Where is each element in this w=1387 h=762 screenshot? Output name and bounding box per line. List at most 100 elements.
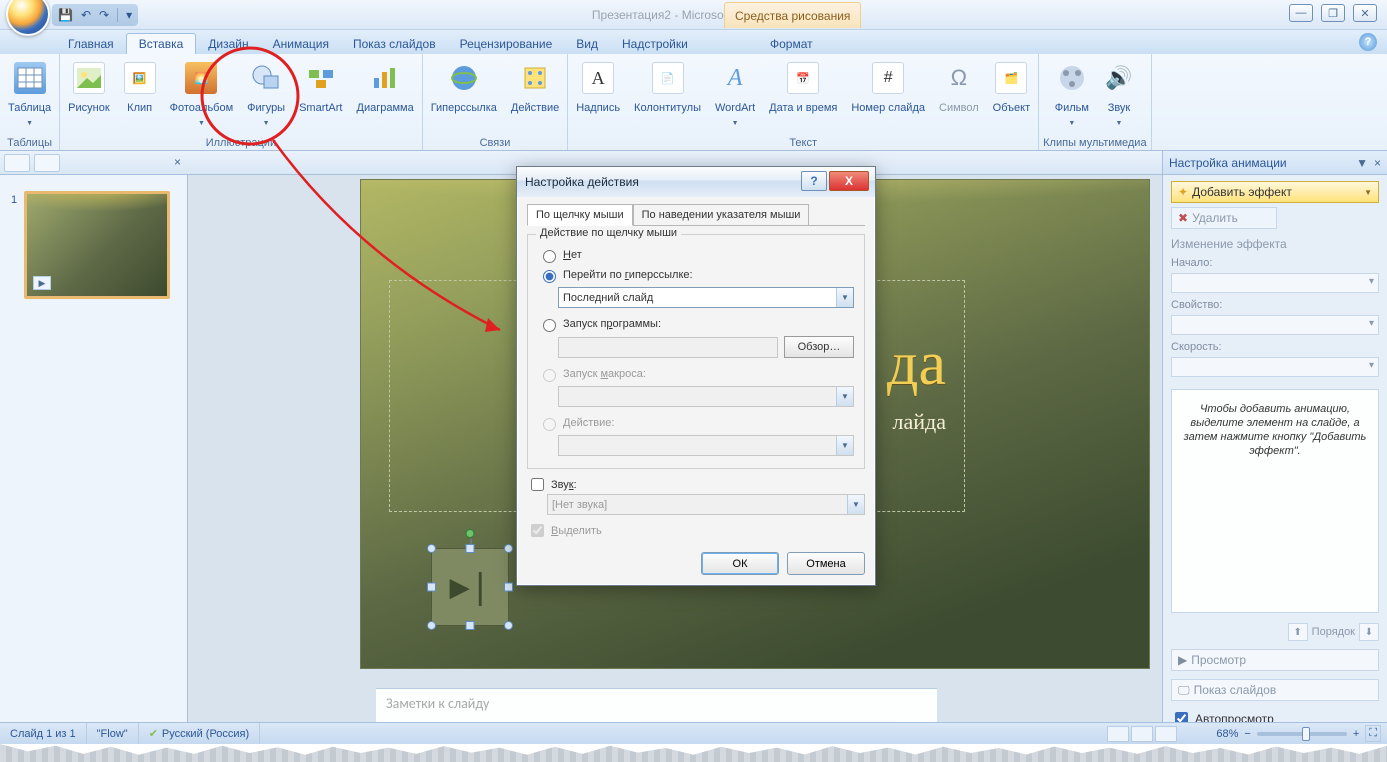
option-run-program[interactable]: Запуск программы: xyxy=(538,316,854,332)
tab-review[interactable]: Рецензирование xyxy=(448,34,565,54)
dropdown-icon: ▼ xyxy=(1068,120,1075,127)
slideshow-view-button[interactable] xyxy=(1155,726,1177,742)
tab-view[interactable]: Вид xyxy=(564,34,610,54)
preview-button[interactable]: ▶Просмотр xyxy=(1171,649,1379,671)
slidenumber-button[interactable]: #Номер слайда xyxy=(847,60,929,122)
clip-button[interactable]: 🖼️Клип xyxy=(120,60,160,122)
resize-handle-sw[interactable] xyxy=(427,621,436,630)
tab-addins[interactable]: Надстройки xyxy=(610,34,700,54)
photoalbum-button[interactable]: 🌅Фотоальбом▼ xyxy=(166,60,238,129)
tab-format[interactable]: Формат xyxy=(758,34,825,54)
option-hyperlink[interactable]: Перейти по гиперссылке: xyxy=(538,267,854,283)
pane-menu-icon[interactable]: ▼ xyxy=(1356,156,1368,170)
move-up-button[interactable]: ⬆ xyxy=(1288,623,1308,641)
move-down-button[interactable]: ⬇ xyxy=(1359,623,1379,641)
option-none[interactable]: Нет xyxy=(538,247,854,263)
property-combo[interactable] xyxy=(1171,315,1379,335)
clip-icon: 🖼️ xyxy=(124,62,156,94)
radio-hyperlink[interactable] xyxy=(543,270,556,283)
slide-thumbnail-1[interactable]: 1 ▶ xyxy=(24,191,170,299)
datetime-button[interactable]: 📅Дата и время xyxy=(765,60,841,122)
rotate-handle[interactable] xyxy=(466,529,475,538)
close-button[interactable]: ✕ xyxy=(1353,4,1377,22)
dropdown-arrow-icon: ▼ xyxy=(836,436,853,455)
resize-handle-nw[interactable] xyxy=(427,544,436,553)
cancel-button[interactable]: Отмена xyxy=(787,552,865,575)
save-icon[interactable]: 💾 xyxy=(58,8,73,22)
hyperlink-target-combo[interactable]: Последний слайд▼ xyxy=(558,287,854,308)
zoom-out-button[interactable]: − xyxy=(1244,728,1250,740)
picture-label: Рисунок xyxy=(68,96,110,120)
resize-handle-s[interactable] xyxy=(466,621,475,630)
sound-label: Звук xyxy=(1108,96,1131,120)
slideshow-button[interactable]: 🖵Показ слайдов xyxy=(1171,679,1379,701)
dialog-close-button[interactable]: X xyxy=(829,171,869,191)
action-icon xyxy=(519,62,551,94)
resize-handle-e[interactable] xyxy=(504,583,513,592)
photoalbum-label: Фотоальбом xyxy=(170,96,234,120)
dropdown-arrow-icon[interactable]: ▼ xyxy=(836,288,853,307)
radio-run-program[interactable] xyxy=(543,319,556,332)
tab-on-click[interactable]: По щелчку мыши xyxy=(527,204,633,226)
dialog-titlebar[interactable]: Настройка действия ? X xyxy=(517,167,875,197)
resize-handle-ne[interactable] xyxy=(504,544,513,553)
movie-label: Фильм xyxy=(1055,96,1089,120)
sorter-view-button[interactable] xyxy=(1131,726,1153,742)
hyperlink-icon xyxy=(448,62,480,94)
status-language[interactable]: ✔Русский (Россия) xyxy=(139,723,261,744)
ok-button[interactable]: ОК xyxy=(701,552,779,575)
picture-button[interactable]: Рисунок xyxy=(64,60,114,122)
zoom-slider[interactable] xyxy=(1257,732,1347,736)
zoom-in-button[interactable]: + xyxy=(1353,728,1359,740)
resize-handle-n[interactable] xyxy=(466,544,475,553)
sound-checkbox-input[interactable] xyxy=(531,478,544,491)
help-icon[interactable]: ? xyxy=(1359,33,1377,51)
dialog-help-button[interactable]: ? xyxy=(801,171,827,191)
action-button-shape[interactable] xyxy=(431,548,509,626)
shapes-button[interactable]: Фигуры▼ xyxy=(243,60,289,129)
speed-combo[interactable] xyxy=(1171,357,1379,377)
hyperlink-button[interactable]: Гиперссылка xyxy=(427,60,501,122)
add-effect-button[interactable]: ✦Добавить эффект▼ xyxy=(1171,181,1379,203)
pane-close-icon[interactable]: × xyxy=(1374,156,1381,170)
redo-icon[interactable]: ↷ xyxy=(99,8,109,22)
browse-button[interactable]: Обзор… xyxy=(784,336,854,358)
drawing-tools-contextual-tab[interactable]: Средства рисования xyxy=(724,2,861,28)
qat-dropdown-icon[interactable]: ▾ xyxy=(126,8,132,22)
tab-animation[interactable]: Анимация xyxy=(261,34,341,54)
start-combo[interactable] xyxy=(1171,273,1379,293)
tab-slideshow[interactable]: Показ слайдов xyxy=(341,34,448,54)
thumbnails-close-icon[interactable]: × xyxy=(174,155,181,169)
tab-insert[interactable]: Вставка xyxy=(126,33,197,54)
thumbnail-play-icon: ▶ xyxy=(33,276,51,290)
normal-view-button[interactable] xyxy=(1107,726,1129,742)
sound-button[interactable]: 🔊Звук▼ xyxy=(1099,60,1139,129)
smartart-button[interactable]: SmartArt xyxy=(295,60,346,122)
textbox-label: Надпись xyxy=(576,96,620,120)
ribbon-tab-row: Главная Вставка Дизайн Анимация Показ сл… xyxy=(0,30,1387,54)
tab-home[interactable]: Главная xyxy=(56,34,126,54)
minimize-button[interactable]: — xyxy=(1289,4,1313,22)
view-slides-button[interactable] xyxy=(4,154,30,172)
restore-button[interactable]: ❐ xyxy=(1321,4,1345,22)
table-button[interactable]: Таблица ▼ xyxy=(4,60,55,129)
fit-button[interactable]: ⛶ xyxy=(1365,725,1381,742)
resize-handle-w[interactable] xyxy=(427,583,436,592)
action-button[interactable]: Действие xyxy=(507,60,563,122)
view-outline-button[interactable] xyxy=(34,154,60,172)
resize-handle-se[interactable] xyxy=(504,621,513,630)
status-slide-count: Слайд 1 из 1 xyxy=(0,723,87,744)
play-sound-checkbox[interactable]: Звук: xyxy=(527,475,865,494)
chart-button[interactable]: Диаграмма xyxy=(353,60,418,122)
wordart-button[interactable]: AWordArt▼ xyxy=(711,60,759,129)
zoom-percent[interactable]: 68% xyxy=(1216,728,1238,740)
movie-button[interactable]: Фильм▼ xyxy=(1051,60,1093,129)
headerfooter-button[interactable]: 📄Колонтитулы xyxy=(630,60,705,122)
radio-none[interactable] xyxy=(543,250,556,263)
undo-icon[interactable]: ↶ xyxy=(81,8,91,22)
tab-on-hover[interactable]: По наведении указателя мыши xyxy=(633,204,810,226)
object-button[interactable]: 🗂️Объект xyxy=(989,60,1034,122)
textbox-button[interactable]: AНадпись xyxy=(572,60,624,122)
symbol-button[interactable]: ΩСимвол xyxy=(935,60,983,122)
tab-design[interactable]: Дизайн xyxy=(196,34,260,54)
